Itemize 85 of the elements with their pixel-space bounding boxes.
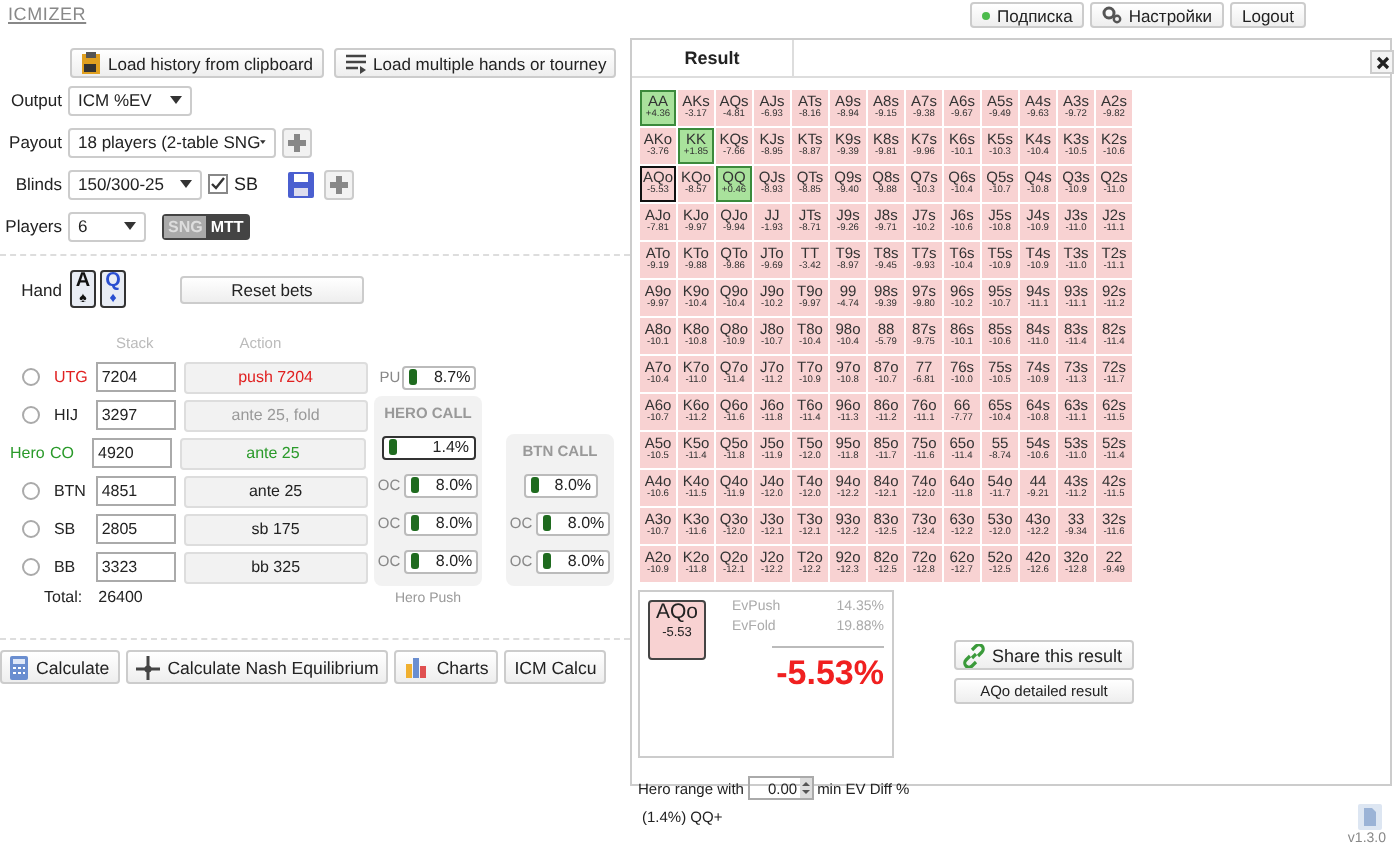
blinds-select[interactable]: 150/300-25 (68, 169, 202, 199)
caret-icon (180, 180, 192, 188)
range-percent-box[interactable]: 8.0% (404, 511, 479, 535)
total-label: Total: (44, 588, 83, 606)
field-label: Players (3, 216, 62, 236)
plus-icon (288, 133, 306, 151)
hero-label: Hero (10, 444, 47, 462)
load-button[interactable]: Load multiple hands or tourney (333, 48, 617, 78)
close-button[interactable] (1370, 50, 1394, 74)
clipboard-icon (80, 52, 102, 74)
caret-icon (170, 96, 182, 104)
status-dot-icon (982, 11, 991, 19)
plus-icon (330, 175, 349, 193)
add-button[interactable] (282, 127, 312, 157)
chip-stack-icon (408, 368, 419, 386)
action-field[interactable]: sb 175 (183, 513, 368, 545)
radio-button[interactable] (22, 520, 40, 538)
crosshair-icon (135, 655, 160, 679)
field-label: Blinds (13, 174, 62, 194)
action-button[interactable]: Calculate Nash Equilibrium (125, 650, 389, 684)
header-button[interactable]: Подписка (970, 2, 1085, 28)
stack-input[interactable]: 4920 (92, 438, 172, 468)
stack-input[interactable]: 3297 (95, 400, 176, 430)
add-button[interactable] (324, 169, 355, 199)
payout-select[interactable]: 18 players (2-table SNG (68, 127, 276, 157)
position-label: UTG (53, 368, 90, 386)
players-select[interactable]: 6 (68, 211, 146, 241)
reset-bets-button[interactable]: Reset bets (180, 275, 364, 303)
radio-button[interactable] (22, 482, 40, 500)
chip-stack-icon (387, 438, 397, 456)
checkbox-label: SB (234, 174, 259, 194)
save-icon[interactable] (288, 171, 315, 197)
header-button[interactable]: Logout (1230, 2, 1306, 28)
range-percent-box[interactable]: 8.0% (536, 511, 611, 535)
chip-stack-icon (410, 514, 421, 532)
chip-stack-icon (410, 552, 421, 570)
position-label: SB (53, 520, 78, 538)
hand-label: Hand (19, 279, 62, 299)
radio-button[interactable] (22, 558, 40, 576)
chip-stack-icon (542, 552, 553, 570)
field-label: Payout (7, 132, 62, 152)
stack-input[interactable]: 2805 (95, 514, 176, 544)
range-percent-box[interactable]: 8.0% (404, 549, 479, 573)
range-percent-box[interactable]: 8.0% (523, 473, 597, 497)
position-label: CO (50, 444, 76, 462)
action-field[interactable]: bb 325 (183, 551, 368, 583)
action-field[interactable]: push 7204 (183, 361, 368, 393)
range-percent-box[interactable]: 8.7% (402, 365, 477, 389)
chip-stack-icon (529, 476, 539, 494)
load-button[interactable]: Load history from clipboard (70, 48, 324, 78)
total-value: 26400 (98, 588, 143, 606)
action-button[interactable]: ICM Calcu (504, 650, 607, 684)
output-select[interactable]: ICM %EV (68, 85, 192, 115)
checkbox[interactable] (208, 174, 228, 194)
calculator-icon (10, 655, 28, 679)
header-button[interactable]: Настройки (1090, 2, 1224, 28)
close-icon (1375, 55, 1389, 69)
field-label: Output (8, 90, 62, 110)
mode-option[interactable]: MTT (206, 215, 248, 237)
list-icon (343, 53, 368, 73)
link-icon (962, 643, 986, 667)
range-percent-box[interactable]: 8.0% (536, 549, 611, 573)
action-button[interactable]: Calculate (0, 650, 120, 684)
stack-input[interactable]: 3323 (95, 552, 176, 582)
ev-difference: -5.53% (776, 654, 884, 694)
chip-stack-icon (542, 514, 553, 532)
radio-button[interactable] (22, 406, 40, 424)
action-field[interactable]: ante 25 (183, 475, 368, 507)
position-label: HIJ (53, 406, 80, 424)
caret-icon (260, 138, 266, 146)
app-title[interactable]: ICMIZER (8, 4, 87, 24)
position-label: BTN (53, 482, 88, 500)
settings-icon (1102, 6, 1123, 24)
range-percent-box[interactable]: 8.0% (404, 473, 479, 497)
bar-chart-icon (404, 656, 429, 678)
range-percent-box[interactable]: 1.4% (381, 435, 475, 459)
stack-input[interactable]: 7204 (95, 362, 176, 392)
caret-icon (124, 222, 136, 230)
position-label: BB (53, 558, 78, 576)
chip-stack-icon (410, 476, 421, 494)
copy-icon[interactable] (1358, 804, 1382, 830)
radio-button[interactable] (22, 368, 40, 386)
action-button[interactable]: Charts (394, 650, 499, 684)
share-button[interactable]: Share this result (954, 640, 1134, 670)
stack-input[interactable]: 4851 (95, 476, 176, 506)
